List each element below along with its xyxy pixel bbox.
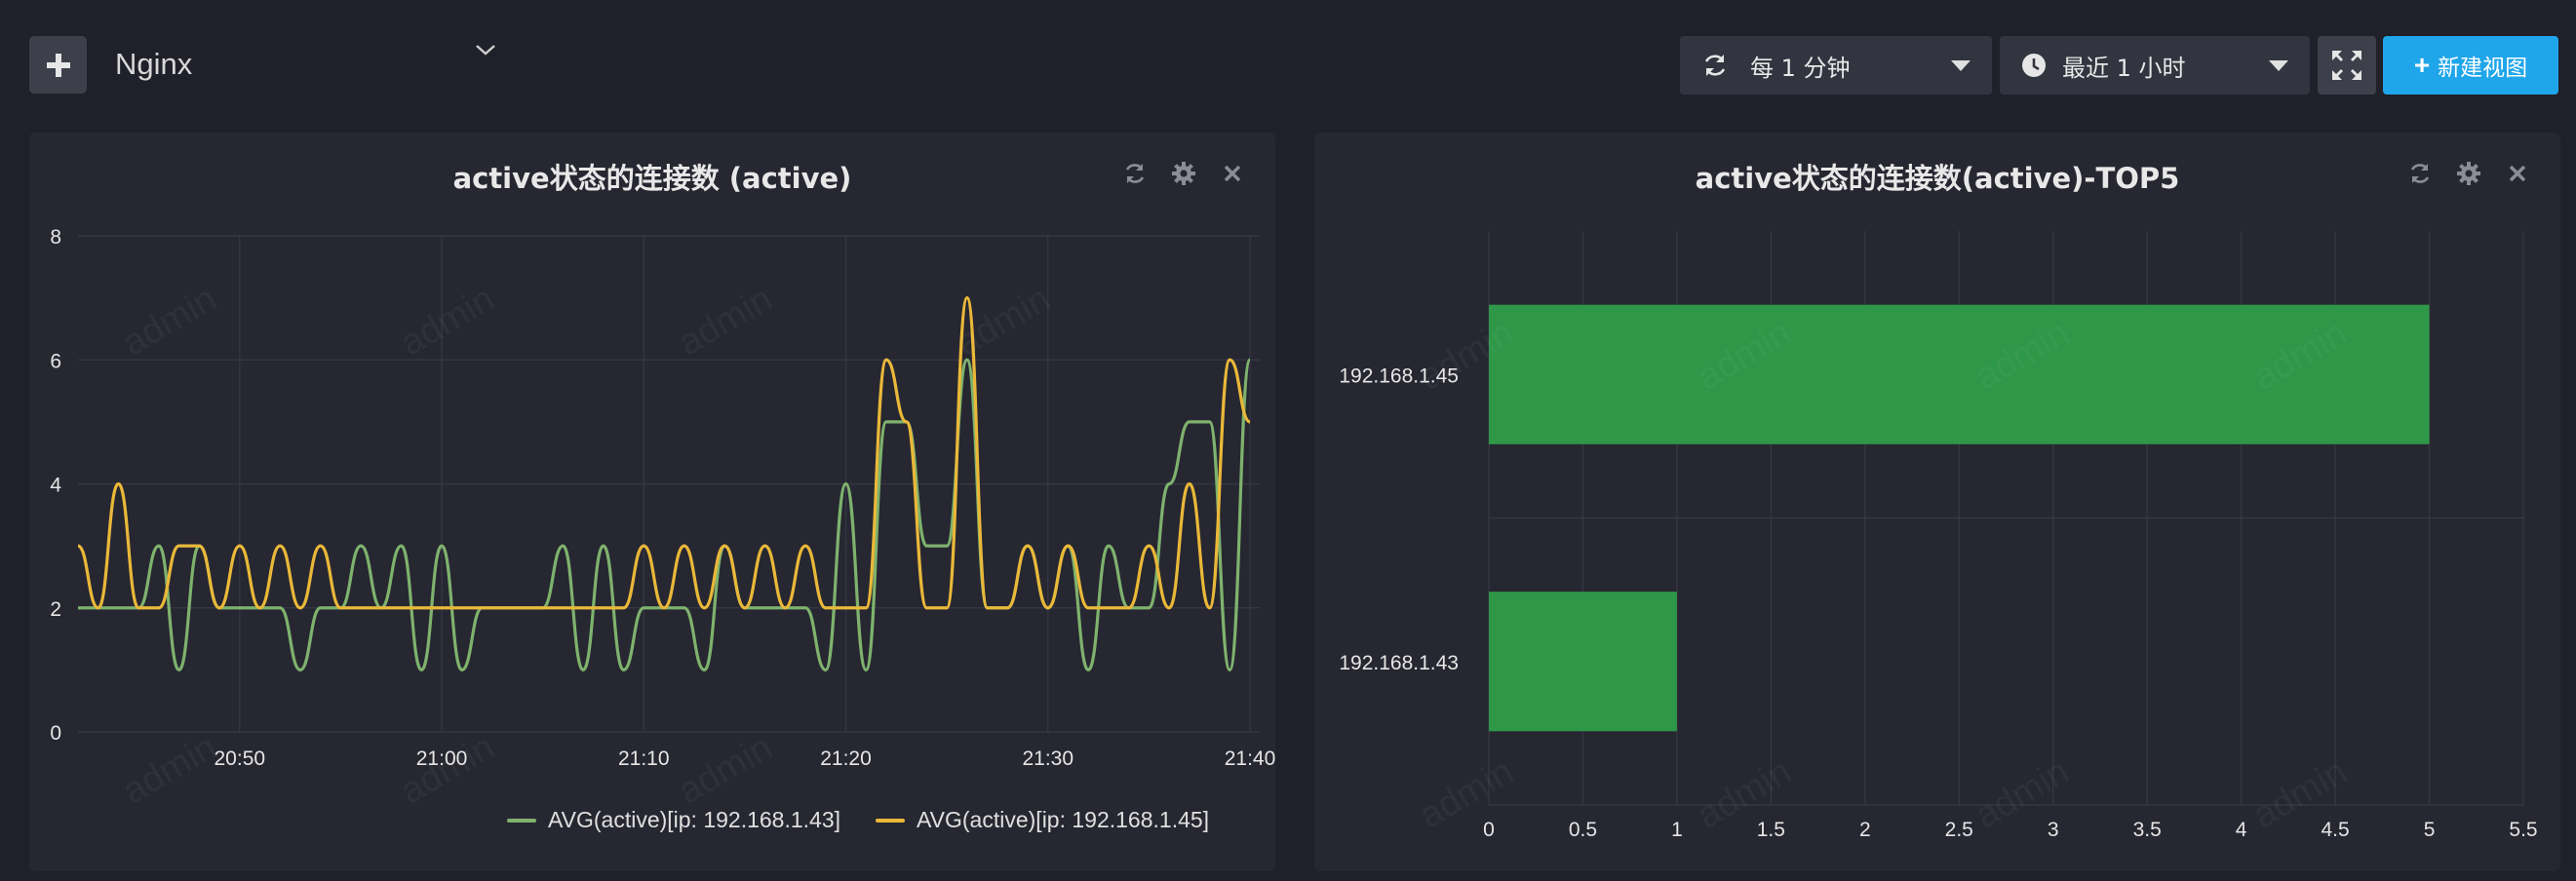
y-category-label: 192.168.1.45 <box>1339 364 1459 387</box>
y-tick-label: 2 <box>50 598 61 621</box>
y-tick-label: 6 <box>50 350 61 372</box>
time-range-value: 最近 1 小时 <box>2062 54 2186 82</box>
x-tick-label: 21:40 <box>1225 747 1275 770</box>
bar <box>1489 592 1677 732</box>
plus-icon <box>46 53 70 77</box>
x-tick-label: 5.5 <box>2509 819 2537 841</box>
x-tick-label: 21:30 <box>1022 747 1073 770</box>
x-tick-label: 20:50 <box>215 747 266 770</box>
x-tick-label: 21:20 <box>820 747 872 770</box>
add-button[interactable] <box>29 36 87 94</box>
bar-chart-panel: active状态的连接数(active)-TOP5 0 0.5 1 1.5 2 … <box>1314 133 2560 871</box>
new-view-label: 新建视图 <box>2438 56 2528 81</box>
series-line-192-168-1-43 <box>78 358 1252 671</box>
x-tick-label: 5 <box>2424 819 2436 841</box>
series-line-192-168-1-45 <box>77 296 1251 610</box>
x-tick-label: 1.5 <box>1757 819 1785 841</box>
line-chart-panel: active状态的连接数 (active) 0 2 4 6 8 20:50 21… <box>29 133 1275 871</box>
legend-item[interactable]: AVG(active)[ip: 192.168.1.45] <box>917 807 1209 833</box>
legend-item[interactable]: AVG(active)[ip: 192.168.1.43] <box>548 807 840 833</box>
caret-down-icon <box>2269 60 2288 71</box>
y-tick-label: 0 <box>50 722 61 745</box>
x-tick-label: 2.5 <box>1945 819 1973 841</box>
dashboard-selector[interactable]: Nginx <box>115 37 505 92</box>
fullscreen-button[interactable] <box>2318 36 2376 95</box>
y-category-label: 192.168.1.43 <box>1339 652 1459 674</box>
x-tick-label: 0 <box>1483 819 1495 841</box>
bar <box>1489 304 2430 444</box>
chart-legend: AVG(active)[ip: 192.168.1.43] AVG(active… <box>507 807 1209 833</box>
x-tick-label: 4.5 <box>2321 819 2349 841</box>
toolbar: Nginx 每 1 分钟 最近 1 小时 + 新建视图 <box>0 0 2576 127</box>
x-tick-label: 21:10 <box>618 747 670 770</box>
new-view-button[interactable]: + 新建视图 <box>2383 36 2558 95</box>
legend-swatch-green <box>507 818 536 823</box>
refresh-interval-value: 每 1 分钟 <box>1750 54 1851 82</box>
dashboard-title: Nginx <box>115 47 193 81</box>
chevron-down-icon <box>476 45 495 56</box>
y-tick-label: 4 <box>50 475 61 497</box>
refresh-icon <box>1701 52 1729 79</box>
refresh-interval-select[interactable]: 每 1 分钟 <box>1680 36 1992 95</box>
x-tick-label: 3.5 <box>2133 819 2162 841</box>
plus-icon: + <box>2413 50 2431 80</box>
x-tick-label: 1 <box>1671 819 1683 841</box>
clock-icon <box>2021 53 2047 78</box>
x-tick-label: 4 <box>2236 819 2247 841</box>
legend-swatch-yellow <box>876 818 906 823</box>
x-tick-label: 21:00 <box>416 747 468 770</box>
time-range-select[interactable]: 最近 1 小时 <box>2000 36 2310 95</box>
expand-icon <box>2332 51 2361 80</box>
x-tick-label: 3 <box>2048 819 2059 841</box>
x-tick-label: 2 <box>1859 819 1871 841</box>
y-tick-label: 8 <box>50 226 61 249</box>
line-chart: 0 2 4 6 8 20:50 21:00 21:10 21:20 21:30 21:40 <box>50 226 1275 770</box>
bar-chart: 0 0.5 1 1.5 2 2.5 3 3.5 4 4.5 5 5.5 192.168.1.45 192.… <box>1339 231 2538 841</box>
x-tick-label: 0.5 <box>1569 819 1597 841</box>
caret-down-icon <box>1951 60 1971 71</box>
